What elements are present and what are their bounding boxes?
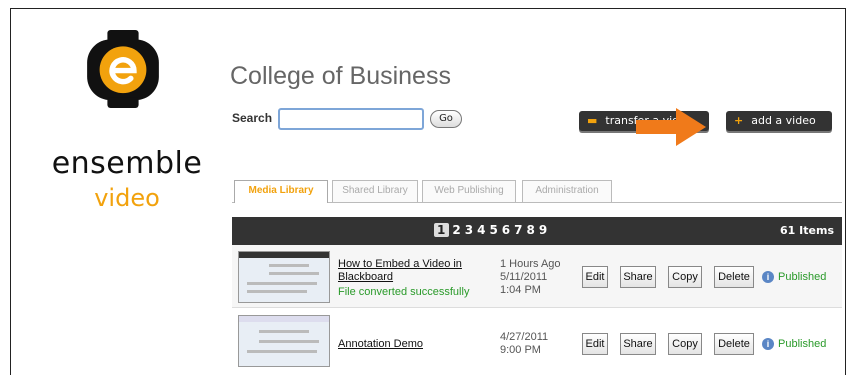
plus-icon: + (734, 114, 744, 127)
add-video-button[interactable]: + add a video (726, 111, 832, 131)
search-input[interactable] (278, 108, 424, 130)
item-count: 61 Items (780, 224, 834, 237)
delete-button[interactable]: Delete (714, 333, 754, 355)
table-row: How to Embed a Video in Blackboard File … (232, 245, 842, 308)
page-link[interactable]: 5 (489, 223, 498, 237)
page-title: College of Business (230, 62, 451, 90)
published-status[interactable]: i Published (762, 271, 826, 283)
page-link[interactable]: 8 (527, 223, 536, 237)
video-thumbnail[interactable] (238, 315, 330, 367)
share-button[interactable]: Share (620, 266, 656, 288)
tab-web-publishing[interactable]: Web Publishing (422, 180, 516, 202)
add-video-label: add a video (751, 114, 816, 127)
page-link[interactable]: 9 (539, 223, 548, 237)
tab-media-library[interactable]: Media Library (234, 180, 328, 203)
edit-button[interactable]: Edit (582, 266, 608, 288)
video-thumbnail[interactable] (238, 251, 330, 303)
ensemble-logo-icon (87, 30, 159, 108)
video-date: 4/27/2011 9:00 PM (500, 331, 549, 356)
share-button[interactable]: Share (620, 333, 656, 355)
tab-administration[interactable]: Administration (522, 180, 612, 202)
transfer-icon: ▬ (587, 114, 598, 127)
page-link[interactable]: 1 (434, 223, 450, 237)
info-icon: i (762, 271, 774, 283)
page-link[interactable]: 3 (465, 223, 474, 237)
tab-shared-library[interactable]: Shared Library (332, 180, 418, 202)
published-status[interactable]: i Published (762, 338, 826, 350)
page-link[interactable]: 7 (514, 223, 523, 237)
edit-button[interactable]: Edit (582, 333, 608, 355)
brand-subname: video (94, 184, 160, 212)
page-link[interactable]: 2 (452, 223, 461, 237)
video-date: 1 Hours Ago 5/11/2011 1:04 PM (500, 258, 561, 296)
brand-name: ensemble (51, 146, 203, 181)
tab-bar: Media Library Shared Library Web Publish… (232, 180, 842, 203)
delete-button[interactable]: Delete (714, 266, 754, 288)
go-button[interactable]: Go (430, 110, 462, 128)
copy-button[interactable]: Copy (668, 333, 702, 355)
info-icon: i (762, 338, 774, 350)
copy-button[interactable]: Copy (668, 266, 702, 288)
video-title-link[interactable]: Annotation Demo (338, 338, 423, 350)
page-link[interactable]: 6 (502, 223, 511, 237)
table-row: Annotation Demo 4/27/2011 9:00 PM Edit S… (232, 309, 842, 371)
video-status: File converted successfully (338, 286, 470, 298)
video-title-link[interactable]: How to Embed a Video in Blackboard (338, 258, 488, 284)
search-label: Search (232, 111, 273, 125)
page-link[interactable]: 4 (477, 223, 486, 237)
pagination-bar: 123456789 61 Items (232, 217, 842, 245)
page-links: 123456789 (434, 223, 551, 237)
orange-arrow-icon (636, 108, 706, 146)
